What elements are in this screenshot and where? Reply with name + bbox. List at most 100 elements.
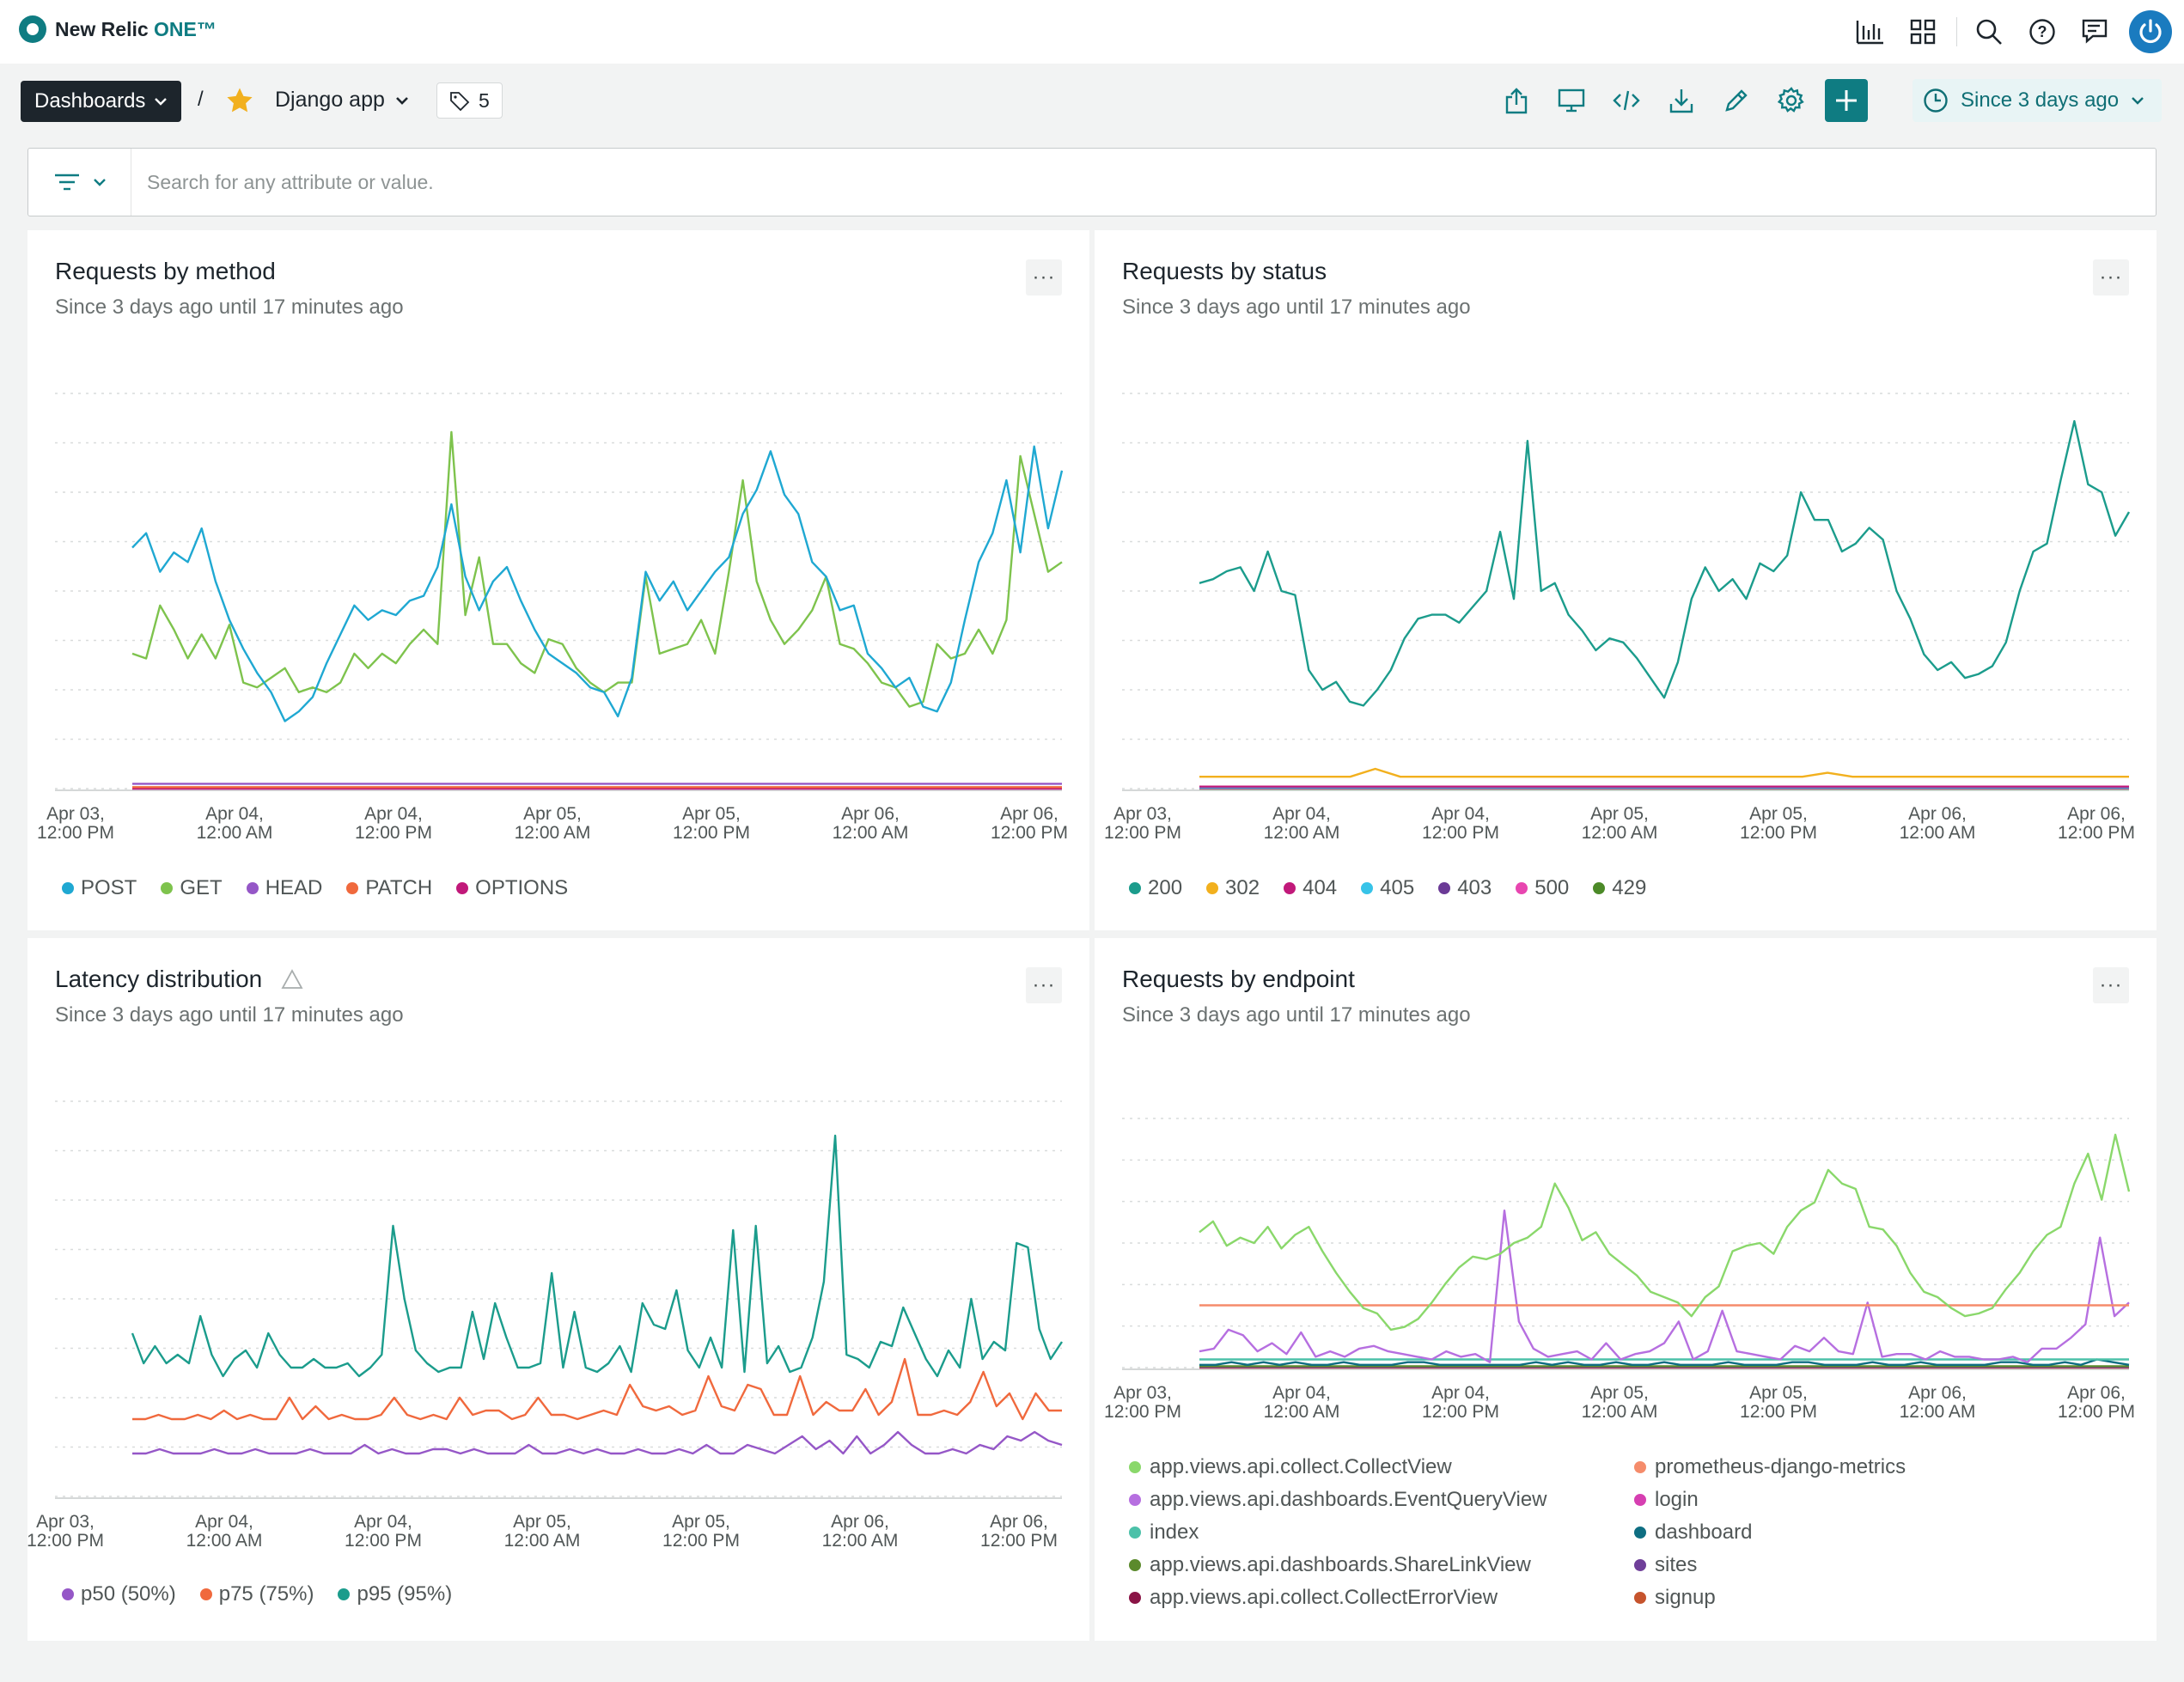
svg-text:12:00 PM: 12:00 PM bbox=[2058, 1402, 2135, 1422]
legend-dot bbox=[1129, 1592, 1141, 1604]
dashboard-toolbar: Dashboards / Django app 5 Since 3 days a… bbox=[0, 64, 2184, 137]
legend-item[interactable]: dashboard bbox=[1634, 1521, 2064, 1545]
x-tick-label: Apr 06,12:00 AM bbox=[822, 1512, 899, 1551]
add-widget-button[interactable] bbox=[1825, 79, 1868, 122]
legend-item[interactable]: OPTIONS bbox=[456, 876, 568, 900]
user-avatar-icon[interactable] bbox=[2129, 10, 2172, 53]
legend-item[interactable]: 404 bbox=[1284, 876, 1337, 900]
legend-label: app.views.api.dashboards.ShareLinkView bbox=[1150, 1553, 1531, 1576]
series-line[interactable] bbox=[1199, 1133, 2131, 1332]
legend-dot bbox=[1593, 882, 1606, 894]
legend-item[interactable]: prometheus-django-metrics bbox=[1634, 1455, 2064, 1479]
legend-item[interactable]: 500 bbox=[1516, 876, 1569, 900]
legend-dot bbox=[1634, 1494, 1646, 1506]
x-tick-label: Apr 04,12:00 AM bbox=[1264, 1383, 1340, 1422]
search-input[interactable]: Search for any attribute or value. bbox=[147, 171, 434, 194]
search-icon[interactable] bbox=[1967, 10, 2010, 53]
legend-item[interactable]: 403 bbox=[1438, 876, 1492, 900]
legend-item[interactable]: 405 bbox=[1361, 876, 1414, 900]
legend-item[interactable]: sites bbox=[1634, 1553, 2064, 1577]
series-line[interactable] bbox=[132, 1357, 1062, 1421]
series-line[interactable] bbox=[131, 445, 1064, 722]
help-icon[interactable]: ? bbox=[2021, 10, 2064, 53]
tags-button[interactable]: 5 bbox=[436, 82, 503, 119]
settings-button[interactable] bbox=[1770, 79, 1813, 122]
filter-bar[interactable]: Search for any attribute or value. bbox=[27, 148, 2157, 216]
chart-legend: p50 (50%) p75 (75%) p95 (95%) bbox=[62, 1582, 452, 1606]
legend-label: 302 bbox=[1225, 876, 1260, 899]
legend-label: app.views.api.dashboards.EventQueryView bbox=[1150, 1488, 1547, 1511]
legend-dot bbox=[1634, 1527, 1646, 1539]
divider bbox=[1956, 17, 1957, 46]
x-tick-label: Apr 06,12:00 AM bbox=[1900, 1383, 1976, 1422]
download-button[interactable] bbox=[1660, 79, 1703, 122]
legend-item[interactable]: GET bbox=[161, 876, 223, 900]
requests-by-endpoint-panel: Requests by endpoint Since 3 days ago un… bbox=[1095, 938, 2157, 1641]
share-button[interactable] bbox=[1495, 79, 1538, 122]
svg-text:12:00 AM: 12:00 AM bbox=[515, 823, 591, 843]
legend-item[interactable]: PATCH bbox=[346, 876, 432, 900]
favorite-star-icon[interactable] bbox=[225, 86, 254, 119]
legend-dot bbox=[62, 1588, 74, 1600]
feedback-icon[interactable] bbox=[2074, 10, 2117, 53]
series-line[interactable] bbox=[131, 1134, 1064, 1378]
dashboard-name-dropdown[interactable]: Django app bbox=[275, 88, 409, 113]
dashboards-button[interactable]: Dashboards bbox=[21, 81, 182, 122]
svg-text:Apr 05,: Apr 05, bbox=[1749, 1383, 1808, 1403]
series-line[interactable] bbox=[1199, 419, 2131, 707]
svg-text:12:00 AM: 12:00 AM bbox=[186, 1531, 263, 1551]
breadcrumb-separator: / bbox=[198, 88, 204, 111]
x-tick-label: Apr 06,12:00 PM bbox=[2058, 804, 2135, 843]
x-tick-label: Apr 05,12:00 AM bbox=[515, 804, 591, 843]
legend-item[interactable]: app.views.api.collect.CollectView bbox=[1129, 1455, 1634, 1479]
svg-text:Apr 05,: Apr 05, bbox=[672, 1512, 730, 1532]
series-line[interactable] bbox=[1199, 1210, 2130, 1363]
legend-dot bbox=[246, 882, 259, 894]
svg-text:Apr 04,: Apr 04, bbox=[205, 804, 264, 824]
legend-item[interactable]: 302 bbox=[1206, 876, 1260, 900]
legend-item[interactable]: 429 bbox=[1593, 876, 1646, 900]
x-tick-label: Apr 04,12:00 AM bbox=[197, 804, 273, 843]
legend-item[interactable]: login bbox=[1634, 1488, 2064, 1512]
legend-label: login bbox=[1655, 1488, 1699, 1511]
svg-text:Apr 04,: Apr 04, bbox=[1431, 804, 1490, 824]
filter-toggle[interactable] bbox=[28, 149, 131, 216]
legend-item[interactable]: p75 (75%) bbox=[199, 1582, 314, 1606]
x-tick-label: Apr 04,12:00 AM bbox=[186, 1512, 263, 1551]
plus-icon bbox=[1836, 90, 1857, 111]
legend-dot bbox=[456, 882, 469, 894]
tv-mode-button[interactable] bbox=[1550, 79, 1593, 122]
svg-text:Apr 05,: Apr 05, bbox=[682, 804, 741, 824]
chart-icon[interactable] bbox=[1848, 10, 1891, 53]
legend-item[interactable]: app.views.api.dashboards.EventQueryView bbox=[1129, 1488, 1634, 1512]
tag-icon bbox=[450, 92, 470, 111]
embed-code-button[interactable] bbox=[1605, 79, 1648, 122]
legend-item[interactable]: p95 (95%) bbox=[338, 1582, 452, 1606]
legend-item[interactable]: POST bbox=[62, 876, 137, 900]
x-tick-label: Apr 03,12:00 PM bbox=[37, 804, 114, 843]
x-tick-label: Apr 06,12:00 PM bbox=[991, 804, 1068, 843]
requests-by-endpoint-chart: Apr 03,12:00 PMApr 04,12:00 AMApr 04,12:… bbox=[1104, 1118, 2135, 1422]
legend-item[interactable]: signup bbox=[1634, 1586, 2064, 1610]
legend-item[interactable]: HEAD bbox=[246, 876, 322, 900]
legend-item[interactable]: app.views.api.collect.CollectErrorView bbox=[1129, 1586, 1634, 1610]
series-line[interactable] bbox=[132, 1430, 1063, 1455]
legend-item[interactable]: index bbox=[1129, 1521, 1634, 1545]
latency-distribution-chart: Apr 03,12:00 PMApr 04,12:00 AMApr 04,12:… bbox=[27, 1100, 1064, 1551]
dashboard-name: Django app bbox=[275, 88, 385, 112]
svg-text:Apr 04,: Apr 04, bbox=[354, 1512, 412, 1532]
time-picker[interactable]: Since 3 days ago bbox=[1913, 79, 2162, 122]
logo[interactable]: New Relic ONE™ bbox=[19, 15, 217, 43]
svg-text:Apr 04,: Apr 04, bbox=[1431, 1383, 1490, 1403]
legend-label: OPTIONS bbox=[475, 876, 569, 899]
apps-grid-icon[interactable] bbox=[1901, 10, 1944, 53]
series-line[interactable] bbox=[1199, 767, 2129, 778]
legend-label: 404 bbox=[1302, 876, 1338, 899]
legend-item[interactable]: 200 bbox=[1129, 876, 1182, 900]
legend-item[interactable]: p50 (50%) bbox=[62, 1582, 176, 1606]
svg-text:Apr 06,: Apr 06, bbox=[1908, 1383, 1967, 1403]
x-tick-label: Apr 05,12:00 AM bbox=[1582, 804, 1658, 843]
edit-button[interactable] bbox=[1715, 79, 1758, 122]
series-line[interactable] bbox=[131, 430, 1063, 708]
legend-item[interactable]: app.views.api.dashboards.ShareLinkView bbox=[1129, 1553, 1634, 1577]
